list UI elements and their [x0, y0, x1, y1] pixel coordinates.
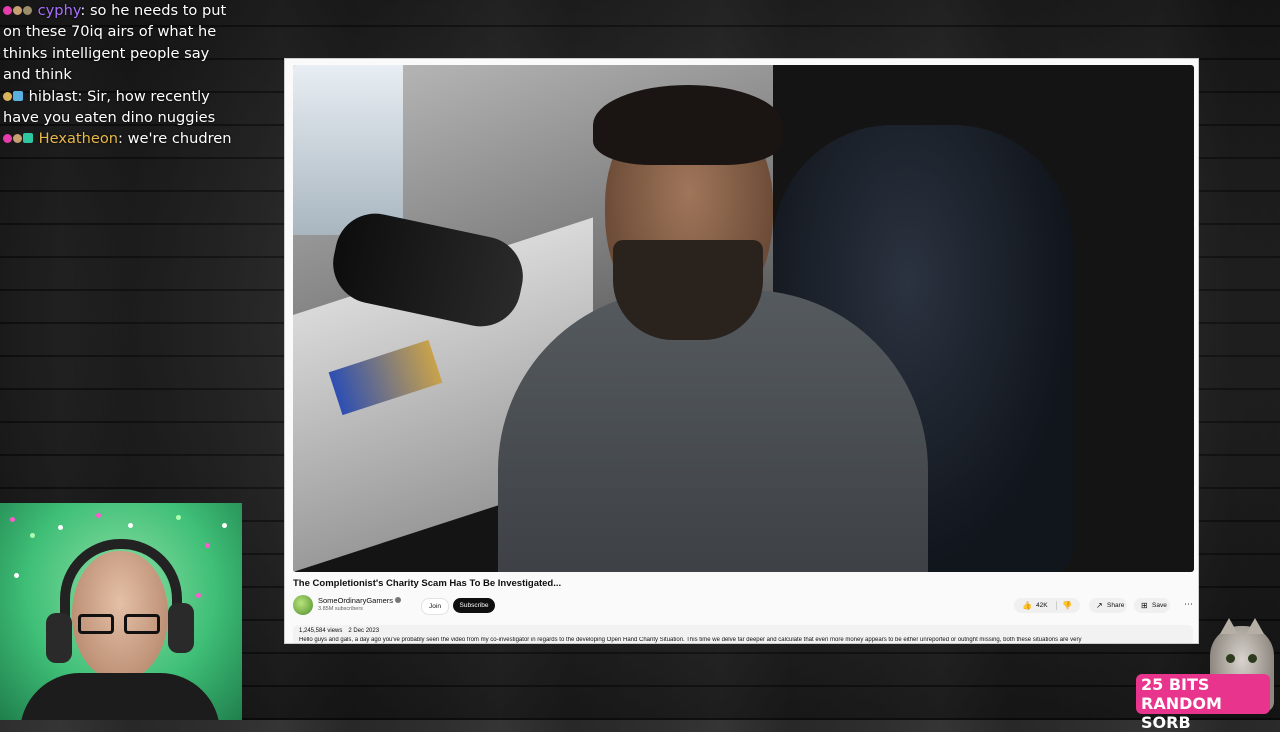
- heart-badge-icon: [3, 6, 12, 15]
- dislike-icon[interactable]: 👎: [1062, 598, 1072, 613]
- badge-icon: [23, 133, 33, 144]
- description-meta: 1,245,584 views 2 Dec 2023: [299, 628, 385, 634]
- upload-date: 2 Dec 2023: [348, 628, 380, 634]
- bits-reward: RANDOM SORB: [1141, 694, 1222, 732]
- badge-icon: [13, 134, 22, 144]
- subscribe-button[interactable]: Subscribe: [453, 598, 495, 613]
- channel-avatar[interactable]: [293, 595, 313, 615]
- save-icon: ⊞: [1141, 601, 1148, 610]
- join-button[interactable]: Join: [421, 598, 449, 615]
- video-scene-hair: [593, 85, 783, 165]
- chat-text: : so he needs to put on these 70iq airs …: [3, 2, 227, 84]
- badge-icon: [3, 91, 12, 101]
- video-scene-beard: [613, 240, 763, 340]
- heart-badge-icon: [3, 134, 12, 144]
- channel-name-wrap[interactable]: SomeOrdinaryGamers: [318, 596, 402, 605]
- webcam-feed: [0, 503, 242, 720]
- video-scene-window: [293, 65, 403, 235]
- chat-username: cyphy: [37, 2, 81, 19]
- subscriber-count: 3.85M subscribers: [318, 606, 363, 612]
- youtube-window: The Completionist's Charity Scam Has To …: [284, 58, 1199, 644]
- string-light: [96, 513, 101, 518]
- headset-earcup: [46, 613, 72, 663]
- video-title: The Completionist's Charity Scam Has To …: [293, 578, 562, 589]
- chat-text: : we're chudren: [118, 130, 232, 148]
- badge-icon: [13, 90, 23, 101]
- headset-earcup: [168, 603, 194, 653]
- string-light: [58, 525, 63, 530]
- like-dislike-pill: 👍 42K 👎: [1014, 598, 1080, 613]
- view-count: 1,245,584 views: [299, 628, 343, 634]
- share-button[interactable]: ↗ Share: [1089, 598, 1127, 613]
- divider: [1056, 601, 1057, 610]
- chat-username: hiblast: [28, 87, 78, 105]
- like-count[interactable]: 42K: [1036, 598, 1048, 613]
- bits-amount: 25 BITS: [1141, 675, 1210, 694]
- badge-icon: [13, 6, 22, 15]
- save-label: Save: [1152, 602, 1167, 609]
- string-light: [10, 517, 15, 522]
- chat-overlay: cyphy: so he needs to put on these 70iq …: [3, 0, 238, 150]
- description-box[interactable]: 1,245,584 views 2 Dec 2023 Hello guys and…: [293, 625, 1193, 643]
- string-light: [128, 523, 133, 528]
- badge-icon: [23, 6, 32, 15]
- string-light: [30, 533, 35, 538]
- chat-message: hiblast: Sir, how recently have you eate…: [3, 86, 238, 129]
- share-icon: ↗: [1096, 601, 1103, 610]
- bits-alert: 25 BITS RANDOM SORB: [1136, 674, 1270, 732]
- video-player[interactable]: [293, 65, 1194, 572]
- channel-row: SomeOrdinaryGamers 3.85M subscribers Joi…: [293, 593, 1193, 619]
- glasses: [78, 614, 164, 636]
- string-light: [14, 573, 19, 578]
- streamer-shirt: [20, 673, 220, 720]
- string-light: [222, 523, 227, 528]
- like-icon[interactable]: 👍: [1022, 598, 1032, 613]
- string-light: [205, 543, 210, 548]
- description-text: Hello guys and gals, a day ago you've pr…: [299, 637, 1082, 643]
- chat-message: Hexatheon: we're chudren: [3, 128, 238, 149]
- save-button[interactable]: ⊞ Save: [1134, 598, 1170, 613]
- string-light: [176, 515, 181, 520]
- chat-message: cyphy: so he needs to put on these 70iq …: [3, 0, 238, 86]
- string-light: [196, 593, 201, 598]
- channel-name[interactable]: SomeOrdinaryGamers: [318, 596, 393, 605]
- verified-icon: [395, 597, 402, 603]
- chat-username: Hexatheon: [38, 130, 119, 148]
- cat-eye: [1226, 654, 1235, 663]
- cat-eye: [1248, 654, 1257, 663]
- more-icon[interactable]: ⋯: [1181, 598, 1196, 613]
- share-label: Share: [1107, 602, 1125, 609]
